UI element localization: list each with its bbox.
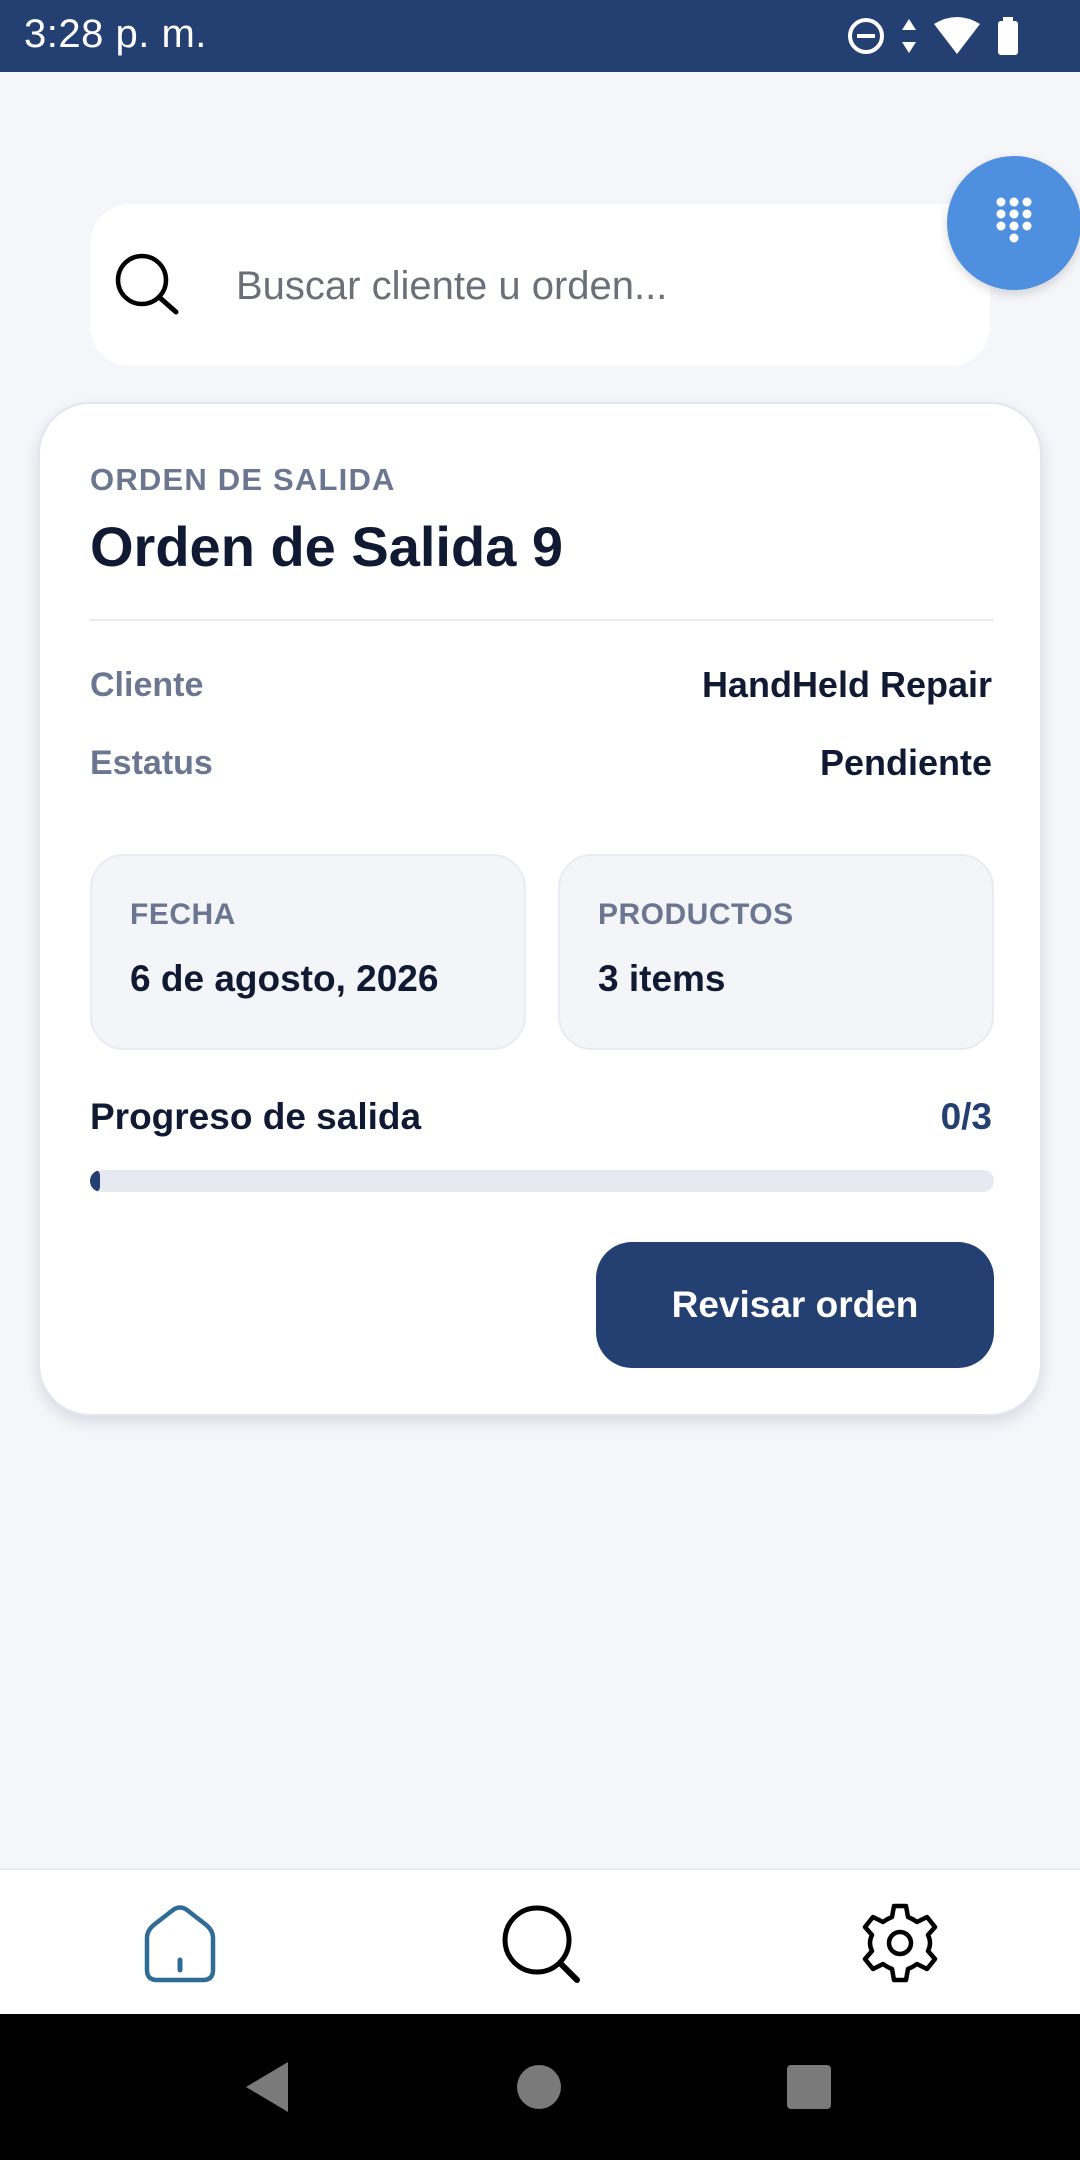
products-tile-label: PRODUCTOS [598, 898, 794, 931]
bottom-nav [0, 1868, 1080, 2014]
client-value: HandHeld Repair [701, 664, 992, 705]
back-icon[interactable] [244, 2060, 290, 2114]
order-title: Orden de Salida 9 [90, 515, 564, 578]
data-arrows-icon [902, 19, 916, 53]
home-circle-icon[interactable] [516, 2064, 562, 2110]
products-tile-value: 3 items [598, 958, 726, 999]
status-time: 3:28 p. m. [24, 12, 207, 56]
home-icon[interactable] [135, 1898, 225, 1988]
search-icon [115, 253, 179, 315]
search-bar[interactable] [90, 204, 990, 366]
status-label: Estatus [90, 744, 213, 782]
date-tile: FECHA 6 de agosto, 2026 [90, 854, 526, 1050]
date-tile-label: FECHA [130, 898, 236, 931]
search-nav-icon[interactable] [495, 1898, 585, 1988]
recents-icon[interactable] [786, 2064, 832, 2110]
order-card: ORDEN DE SALIDA Orden de Salida 9 Client… [38, 402, 1042, 1416]
order-type-label: ORDEN DE SALIDA [90, 462, 396, 497]
do-not-disturb-icon [848, 18, 884, 54]
status-icons: 4 [846, 14, 1020, 58]
progress-label: Progreso de salida [90, 1096, 422, 1137]
search-input[interactable] [234, 244, 958, 328]
progress-bar [90, 1170, 994, 1192]
battery-icon [998, 17, 1018, 55]
progress-fill [90, 1170, 100, 1192]
dialpad-icon [996, 197, 1032, 243]
client-label: Cliente [90, 666, 204, 704]
card-divider [90, 619, 994, 621]
wifi-icon: 4 [934, 17, 980, 56]
status-bar: 3:28 p. m. 4 [0, 0, 1080, 72]
date-tile-value: 6 de agosto, 2026 [130, 958, 439, 999]
system-nav-bar [0, 2014, 1080, 2160]
network-badge: 4 [966, 36, 976, 56]
status-value: Pendiente [819, 742, 992, 783]
dialpad-button[interactable] [947, 156, 1080, 290]
review-order-button[interactable]: Revisar orden [596, 1242, 994, 1368]
progress-count: 0/3 [940, 1096, 992, 1137]
products-tile: PRODUCTOS 3 items [558, 854, 994, 1050]
gear-icon[interactable] [855, 1898, 945, 1988]
